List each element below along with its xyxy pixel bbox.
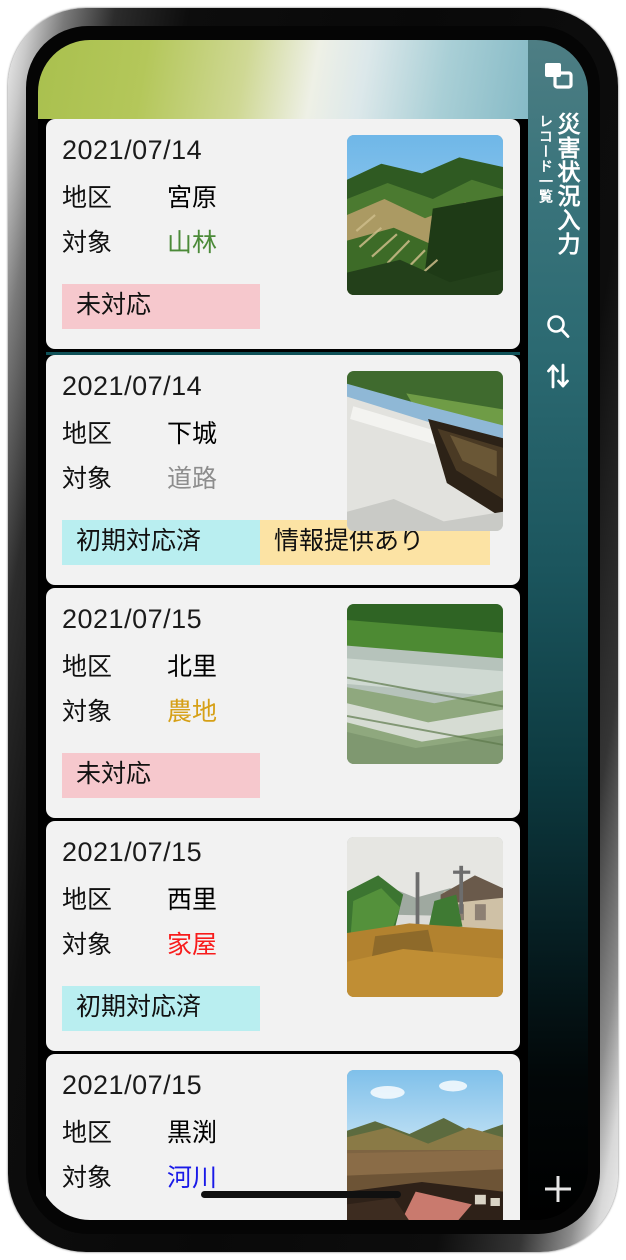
district-label: 地区: [62, 184, 113, 212]
target-value: 道路: [167, 465, 218, 493]
add-record-button[interactable]: [542, 1173, 574, 1205]
phone-frame: 2021/07/14 地区 宮原 対象 山林 未対応 2021/07/14 地区…: [8, 8, 618, 1252]
target-label: 対象: [62, 465, 113, 493]
rail-app-subtitle: レコード一覧: [538, 114, 554, 204]
record-thumbnail[interactable]: [347, 371, 503, 531]
district-value: 黒渕: [167, 1119, 218, 1147]
district-label: 地区: [62, 653, 113, 681]
header-gradient-banner: [38, 40, 528, 119]
district-value: 宮原: [167, 184, 218, 212]
target-label: 対象: [62, 229, 113, 257]
phone-screen: 2021/07/14 地区 宮原 対象 山林 未対応 2021/07/14 地区…: [38, 40, 588, 1220]
district-label: 地区: [62, 886, 113, 914]
home-indicator[interactable]: [201, 1191, 401, 1198]
status-badge[interactable]: 初期対応済: [62, 520, 260, 565]
district-label: 地区: [62, 420, 113, 448]
record-card[interactable]: 2021/07/14 地区 下城 対象 道路 初期対応済 情報提供あり: [46, 355, 520, 585]
status-badge[interactable]: 初期対応済: [62, 986, 260, 1031]
record-thumbnail[interactable]: [347, 604, 503, 764]
status-badge[interactable]: 未対応: [62, 753, 260, 798]
rail-title-block: 災害状況入力 レコード一覧: [528, 112, 588, 342]
target-value: 河川: [167, 1164, 218, 1192]
target-value: 農地: [167, 698, 218, 726]
district-value: 北里: [167, 653, 218, 681]
record-list-panel: 2021/07/14 地区 宮原 対象 山林 未対応 2021/07/14 地区…: [38, 40, 528, 1220]
target-value: 家屋: [167, 931, 218, 959]
record-card[interactable]: 2021/07/15 地区 西里 対象 家屋 初期対応済: [46, 821, 520, 1051]
layers-icon[interactable]: [542, 60, 574, 92]
search-icon[interactable]: [544, 312, 572, 340]
target-value: 山林: [167, 229, 218, 257]
sort-icon[interactable]: [544, 362, 572, 390]
status-badge-row: 未対応: [62, 753, 260, 798]
district-label: 地区: [62, 1119, 113, 1147]
right-side-rail: 災害状況入力 レコード一覧: [528, 40, 588, 1220]
district-value: 西里: [167, 886, 218, 914]
status-badge[interactable]: 未対応: [62, 284, 260, 329]
record-thumbnail[interactable]: [347, 837, 503, 997]
record-card[interactable]: 2021/07/15 地区 北里 対象 農地 未対応: [46, 588, 520, 818]
target-label: 対象: [62, 931, 113, 959]
record-card-list[interactable]: 2021/07/14 地区 宮原 対象 山林 未対応 2021/07/14 地区…: [38, 119, 528, 1220]
record-thumbnail[interactable]: [347, 135, 503, 295]
target-label: 対象: [62, 1164, 113, 1192]
status-badge-row: 未対応: [62, 284, 260, 329]
district-value: 下城: [167, 420, 218, 448]
record-card[interactable]: 2021/07/14 地区 宮原 対象 山林 未対応: [46, 119, 520, 349]
status-badge-row: 初期対応済: [62, 986, 260, 1031]
target-label: 対象: [62, 698, 113, 726]
